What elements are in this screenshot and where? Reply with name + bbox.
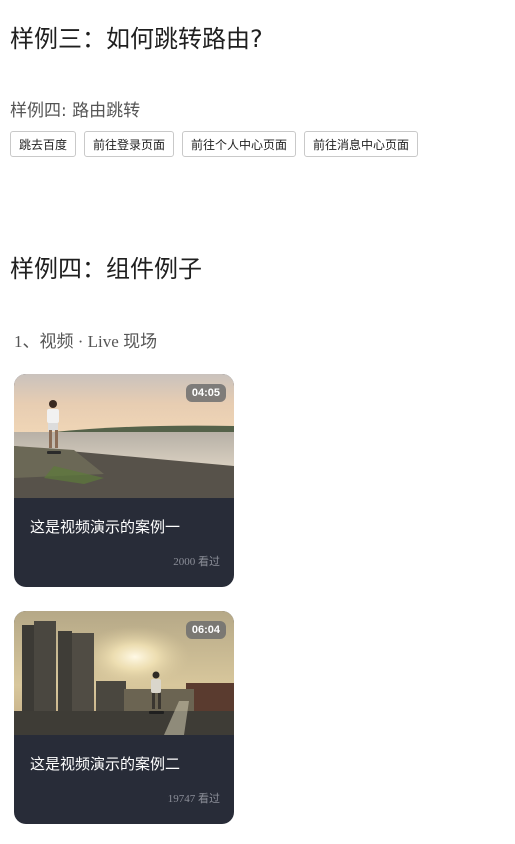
video-view-count: 19747 看过 bbox=[167, 793, 220, 805]
video-list-title: 1、视频 · Live 现场 bbox=[14, 332, 158, 351]
section4-components-title: 样例四：组件例子 bbox=[10, 255, 202, 283]
video-thumbnail: 06:04 bbox=[14, 611, 234, 735]
goto-baidu-button[interactable]: 跳去百度 bbox=[10, 131, 77, 157]
goto-login-button[interactable]: 前往登录页面 bbox=[84, 131, 175, 157]
route-button-row: 跳去百度 前往登录页面 前往个人中心页面 前往消息中心页面 bbox=[10, 131, 419, 157]
video-title: 这是视频演示的案例一 bbox=[30, 518, 181, 536]
goto-profile-button[interactable]: 前往个人中心页面 bbox=[182, 131, 297, 157]
goto-messages-button[interactable]: 前往消息中心页面 bbox=[304, 131, 419, 157]
video-duration-badge: 06:04 bbox=[185, 621, 226, 639]
video-card[interactable]: 04:05 这是视频演示的案例一 2000 看过 bbox=[14, 374, 234, 587]
video-title: 这是视频演示的案例二 bbox=[30, 755, 181, 773]
section3-title: 样例三：如何跳转路由? bbox=[10, 25, 263, 53]
video-view-count: 2000 看过 bbox=[173, 556, 220, 568]
video-card[interactable]: 06:04 这是视频演示的案例二 19747 看过 bbox=[14, 611, 234, 824]
video-duration-badge: 04:05 bbox=[185, 384, 226, 402]
video-thumbnail: 04:05 bbox=[14, 374, 234, 498]
route-jump-subtitle: 样例四: 路由跳转 bbox=[10, 101, 141, 121]
